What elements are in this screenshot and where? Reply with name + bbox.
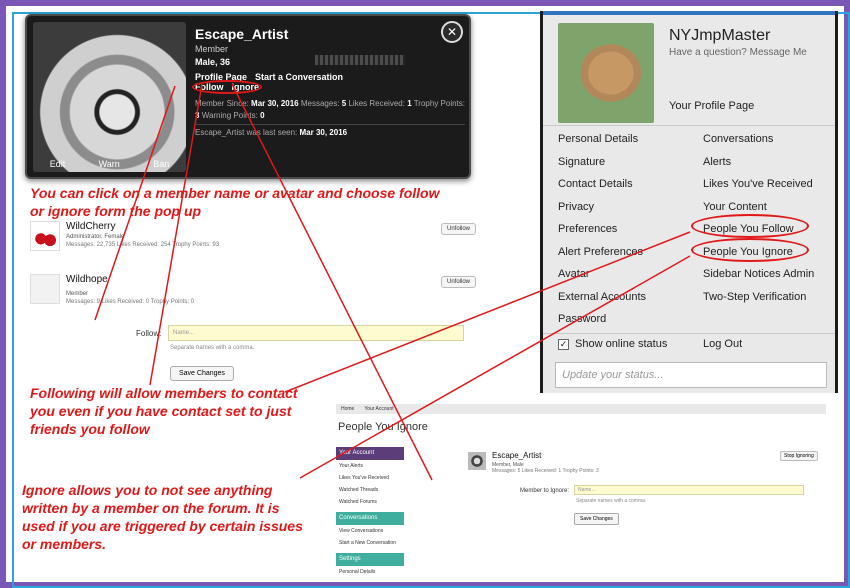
member-name[interactable]: Wildhope [66, 274, 108, 285]
member-stats: Messages: 22,735 Likes Received: 254 Tro… [66, 242, 220, 248]
member-role: Administrator, Female [66, 234, 125, 240]
save-changes-button[interactable]: Save Changes [170, 366, 234, 381]
edit-link[interactable]: Edit [50, 159, 66, 169]
account-sidebar: Your Account Your Alerts Likes You've Re… [336, 443, 404, 578]
account-subtitle: Have a question? Message Me [669, 47, 807, 58]
breadcrumb-home[interactable]: Home [341, 406, 354, 412]
profile-page-link[interactable]: Your Profile Page [669, 100, 754, 112]
ignored-member-stats: Messages: 5 Likes Received: 1 Trophy Poi… [492, 468, 599, 474]
breadcrumb-account[interactable]: Your Account [364, 406, 393, 412]
popup-stats: Member Since: Mar 30, 2016 Messages: 5 L… [195, 99, 465, 120]
menu-alert-preferences[interactable]: Alert Preferences [558, 241, 646, 264]
note-following: Following will allow members to contact … [30, 385, 298, 437]
menu-password[interactable]: Password [558, 308, 646, 331]
blurred-link [315, 55, 405, 65]
menu-conversations[interactable]: Conversations [703, 128, 814, 151]
divider [543, 125, 835, 126]
menu-sidebar-notices[interactable]: Sidebar Notices Admin [703, 263, 814, 286]
popup-info: Male, 36 [195, 57, 231, 67]
follow-label: Follow: [136, 329, 162, 338]
warn-link[interactable]: Warn [99, 159, 120, 169]
ban-link[interactable]: Ban [153, 159, 169, 169]
status-input[interactable]: Update your status... [555, 362, 827, 388]
member-avatar[interactable] [33, 22, 186, 172]
highlight-oval [691, 214, 809, 238]
default-avatar[interactable] [30, 274, 60, 304]
highlight-oval [192, 80, 262, 94]
menu-likes-received[interactable]: Likes You've Received [703, 173, 814, 196]
unfollow-button[interactable]: Unfollow [440, 223, 476, 235]
user-avatar[interactable] [558, 23, 654, 123]
list-item: Wildhope Member Messages: 9 Likes Receiv… [28, 274, 480, 314]
ignored-member-avatar[interactable] [468, 452, 486, 470]
member-stats: Messages: 9 Likes Received: 0 Trophy Poi… [66, 299, 195, 305]
note-ignore: Ignore allows you to not see anything wr… [22, 482, 303, 552]
member-name[interactable]: WildCherry [66, 221, 115, 232]
member-role: Member [66, 291, 89, 297]
sidebar-item[interactable]: Likes You've Received [336, 472, 404, 484]
cherry-avatar[interactable] [30, 221, 60, 251]
ignore-page: Home Your Account People You Ignore Your… [320, 395, 838, 578]
sidebar-header: Your Account [336, 447, 404, 460]
following-list: WildCherry Administrator, Female Message… [28, 206, 480, 384]
menu-avatar[interactable]: Avatar [558, 263, 646, 286]
member-to-ignore-input[interactable]: Name... [574, 485, 804, 495]
menu-signature[interactable]: Signature [558, 151, 646, 174]
popup-username[interactable]: Escape_Artist [195, 26, 288, 42]
checkbox-icon[interactable]: ✓ [558, 338, 569, 350]
divider [543, 333, 835, 334]
sidebar-item[interactable]: Personal Details [336, 566, 404, 578]
start-conversation-link[interactable]: Start a Conversation [255, 72, 343, 82]
page-title: People You Ignore [338, 421, 428, 433]
sidebar-item[interactable]: Your Alerts [336, 460, 404, 472]
menu-preferences[interactable]: Preferences [558, 218, 646, 241]
popup-last-seen: Escape_Artist was last seen: Mar 30, 201… [195, 124, 465, 137]
account-left-menu: Personal Details Signature Contact Detai… [558, 128, 646, 331]
sidebar-header: Conversations [336, 512, 404, 525]
member-to-ignore-label: Member to Ignore: [520, 488, 570, 494]
close-icon[interactable]: ✕ [441, 21, 463, 43]
ignore-help: Separate names with a comma. [576, 498, 647, 504]
save-changes-button[interactable]: Save Changes [574, 513, 619, 525]
menu-personal-details[interactable]: Personal Details [558, 128, 646, 151]
menu-alerts[interactable]: Alerts [703, 151, 814, 174]
menu-external-accounts[interactable]: External Accounts [558, 286, 646, 309]
list-item: WildCherry Administrator, Female Message… [28, 221, 480, 261]
breadcrumb: Home Your Account [336, 404, 826, 414]
sidebar-item[interactable]: View Conversations [336, 525, 404, 537]
unfollow-button[interactable]: Unfollow [440, 276, 476, 288]
menu-privacy[interactable]: Privacy [558, 196, 646, 219]
sidebar-item[interactable]: Start a New Conversation [336, 537, 404, 549]
logout-link[interactable]: Log Out [703, 338, 742, 350]
popup-role: Member [195, 44, 229, 54]
sidebar-item[interactable]: Watched Threads [336, 484, 404, 496]
avatar-actions: Edit Warn Ban [33, 159, 186, 169]
follow-help: Separate names with a comma. [170, 345, 255, 351]
account-menu: NYJmpMaster Have a question? Message Me … [540, 11, 838, 393]
sidebar-header: Settings [336, 553, 404, 566]
sidebar-item[interactable]: Watched Forums [336, 496, 404, 508]
stop-ignoring-button[interactable]: Stop Ignoring [780, 451, 818, 461]
highlight-oval [691, 238, 809, 262]
online-status-toggle[interactable]: ✓ Show online status [558, 338, 667, 350]
account-username[interactable]: NYJmpMaster [669, 27, 770, 45]
member-popup: Edit Warn Ban Escape_Artist Member Male,… [25, 14, 471, 179]
ignored-member-name[interactable]: Escape_Artist [492, 451, 541, 460]
menu-contact-details[interactable]: Contact Details [558, 173, 646, 196]
follow-input[interactable]: Name... [168, 325, 464, 341]
accent-bar [543, 11, 835, 15]
menu-two-step[interactable]: Two-Step Verification [703, 286, 814, 309]
